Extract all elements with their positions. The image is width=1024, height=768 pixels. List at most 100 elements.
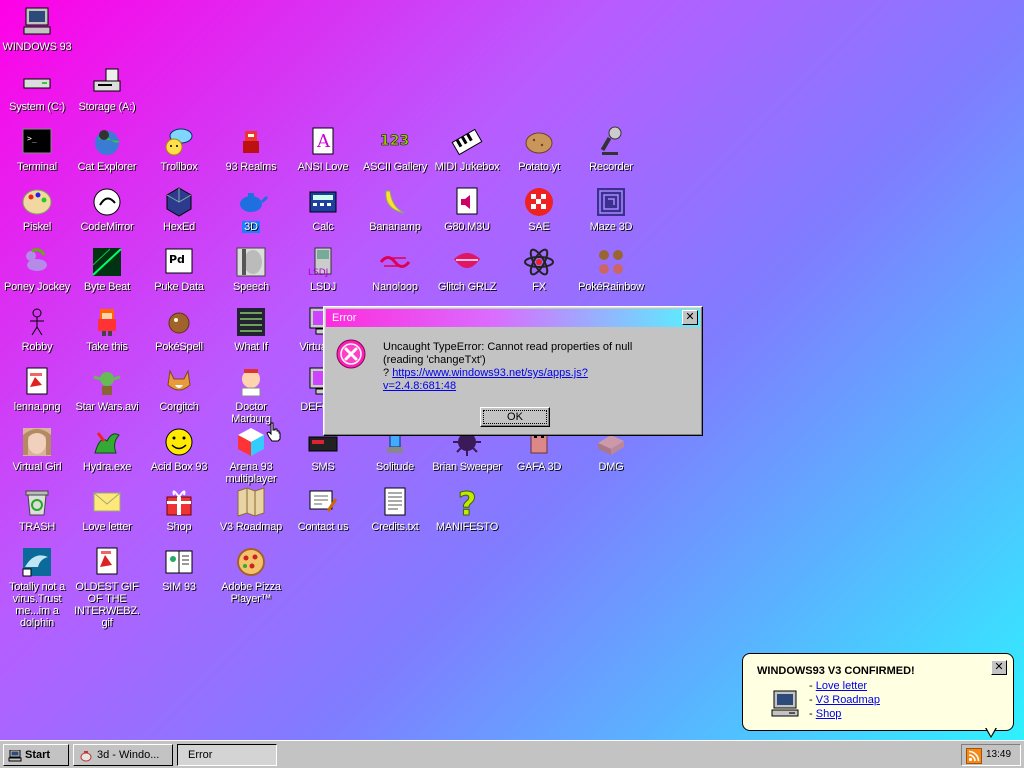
pizza-icon <box>234 545 268 579</box>
desktop-icon-doctor-marburg[interactable]: Doctor Marburg <box>216 365 286 425</box>
desktop-icon-love-letter[interactable]: Love letter <box>72 485 142 533</box>
desktop-icon-poney-jockey[interactable]: Poney Jockey <box>2 245 72 293</box>
error-question-mark: ? <box>383 367 390 379</box>
desktop-icon-label: Robby <box>21 341 53 353</box>
desktop-icon-3d[interactable]: 3D <box>216 185 286 233</box>
desktop-icon-adobe-pizza-player[interactable]: Adobe Pizza Player™ <box>216 545 286 605</box>
corgi-icon <box>162 365 196 399</box>
desktop-icon-windows-93[interactable]: WINDOWS 93 <box>2 5 72 53</box>
desktop-icon-shop[interactable]: Shop <box>144 485 214 533</box>
notification-close-button[interactable]: ✕ <box>991 660 1007 675</box>
desktop-icon-maze-3d[interactable]: Maze 3D <box>576 185 646 233</box>
notification-link-shop[interactable]: Shop <box>816 708 842 720</box>
close-icon: ✕ <box>994 661 1004 673</box>
map-icon <box>234 485 268 519</box>
desktop-icon-label: Piskel <box>22 221 52 233</box>
ok-button[interactable]: OK <box>480 407 550 427</box>
desktop-icon-label: HexEd <box>162 221 196 233</box>
desktop-icon-label: Solitude <box>375 461 415 473</box>
desktop-icon-terminal[interactable]: >_ Terminal <box>2 125 72 173</box>
desktop-icon-oldest-gif-of-the-interwebz-gif[interactable]: OLDEST GIF OF THE INTERWEBZ.gif <box>72 545 142 629</box>
desktop-icon-sae[interactable]: SAE <box>504 185 574 233</box>
desktop-icon-pok-spell[interactable]: PokéSpell <box>144 305 214 353</box>
desktop-icon-cat-explorer[interactable]: Cat Explorer <box>72 125 142 173</box>
desktop-icon-totally-not-a-virus-trust-me-im-a-dolphin[interactable]: Totally not a virus.Trust me...im a dolp… <box>2 545 72 629</box>
notification-pointer-fill <box>986 727 996 736</box>
notification-link-love-letter[interactable]: Love letter <box>816 680 867 692</box>
desktop-icon-hexed[interactable]: HexEd <box>144 185 214 233</box>
question-mark-icon: ? <box>450 485 484 519</box>
desktop-icon-recorder[interactable]: Recorder <box>576 125 646 173</box>
desktop-icon-sim-93[interactable]: SIM 93 <box>144 545 214 593</box>
desktop[interactable]: WINDOWS 93 System (C:) Storage (A:) >_ Termi… <box>0 0 1024 740</box>
doctor-icon <box>234 365 268 399</box>
taskbar: Start 3d - Windo... Error 13:49 <box>0 740 1024 768</box>
desktop-icon-label: PokéSpell <box>155 341 203 353</box>
desktop-icon-storage-a[interactable]: Storage (A:) <box>72 65 142 113</box>
notification-link-row: - Love letter <box>809 680 868 692</box>
desktop-icon-acid-box-93[interactable]: Acid Box 93 <box>144 425 214 473</box>
desktop-icon-lenna-png[interactable]: lenna.png <box>2 365 72 413</box>
desktop-icon-byte-beat[interactable]: Byte Beat <box>72 245 142 293</box>
desktop-icon-virtual-girl[interactable]: Virtual Girl <box>2 425 72 473</box>
desktop-icon-ascii-gallery[interactable]: 123 ASCII Gallery <box>360 125 430 173</box>
text-file-icon <box>378 485 412 519</box>
desktop-icon-glitch-grlz[interactable]: Glitch GRLZ <box>432 245 502 293</box>
desktop-icon-bananamp[interactable]: Bananamp <box>360 185 430 233</box>
error-source-link[interactable]: https://www.windows93.net/sys/apps.js?v=… <box>383 367 588 392</box>
gift-icon <box>162 485 196 519</box>
desktop-icon-label: Puke Data <box>154 281 204 293</box>
desktop-icon-label: DMG <box>598 461 624 473</box>
desktop-icon-trollbox[interactable]: Trollbox <box>144 125 214 173</box>
calculator-icon <box>306 185 340 219</box>
desktop-icon-credits-txt[interactable]: Credits.txt <box>360 485 430 533</box>
desktop-icon-piskel[interactable]: Piskel <box>2 185 72 233</box>
desktop-icon-g80-m3u[interactable]: G80.M3U <box>432 185 502 233</box>
desktop-icon-what-if[interactable]: What If <box>216 305 286 353</box>
desktop-icon-take-this[interactable]: Take this <box>72 305 142 353</box>
desktop-icon-manifesto[interactable]: ? MANIFESTO <box>432 485 502 533</box>
desktop-icon-hydra-exe[interactable]: Hydra.exe <box>72 425 142 473</box>
desktop-icon-label: Terminal <box>17 161 57 173</box>
notification-link-v3-roadmap[interactable]: V3 Roadmap <box>816 694 880 706</box>
desktop-icon-label: Love letter <box>82 521 132 533</box>
desktop-icon-contact-us[interactable]: Contact us <box>288 485 358 533</box>
desktop-icon-potato-yt[interactable]: Potato.yt <box>504 125 574 173</box>
task-3d-window[interactable]: 3d - Windo... <box>73 744 173 766</box>
desktop-icon-label: Speech <box>232 281 270 293</box>
desktop-icon-speech[interactable]: Speech <box>216 245 286 293</box>
desktop-icon-label: PokéRainbow <box>578 281 644 293</box>
rss-icon[interactable] <box>966 748 982 764</box>
task-error-window[interactable]: Error <box>177 744 277 766</box>
desktop-icon-label: Recorder <box>589 161 633 173</box>
desktop-icon-label: Maze 3D <box>589 221 633 233</box>
start-button[interactable]: Start <box>3 744 69 766</box>
error-dialog-titlebar[interactable]: Error ✕ <box>326 309 700 327</box>
desktop-icon-label: FX <box>532 281 546 293</box>
recycle-bin-icon <box>20 485 54 519</box>
audio-file-icon <box>450 185 484 219</box>
desktop-icon-system-c[interactable]: System (C:) <box>2 65 72 113</box>
desktop-icon-fx[interactable]: FX <box>504 245 574 293</box>
desktop-icon-93-realms[interactable]: 93 Realms <box>216 125 286 173</box>
stick-figure-icon <box>20 305 54 339</box>
desktop-icon-label: Potato.yt <box>518 161 560 173</box>
desktop-icon-robby[interactable]: Robby <box>2 305 72 353</box>
desktop-icon-star-wars-avi[interactable]: Star Wars.avi <box>72 365 142 413</box>
desktop-icon-label: ANSI Love <box>297 161 349 173</box>
checkered-ball-icon <box>522 185 556 219</box>
desktop-icon-label: MIDI Jukebox <box>434 161 500 173</box>
desktop-icon-v3-roadmap[interactable]: V3 Roadmap <box>216 485 286 533</box>
error-dialog-close-button[interactable]: ✕ <box>682 310 698 325</box>
desktop-icon-codemirror[interactable]: CodeMirror <box>72 185 142 233</box>
desktop-icon-pok-rainbow[interactable]: PokéRainbow <box>576 245 646 293</box>
desktop-icon-label: SMS <box>311 461 335 473</box>
desktop-icon-midi-jukebox[interactable]: MIDI Jukebox <box>432 125 502 173</box>
desktop-icon-puke-data[interactable]: Pd Puke Data <box>144 245 214 293</box>
desktop-icon-trash[interactable]: TRASH <box>2 485 72 533</box>
desktop-icon-lsdj[interactable]: LSDJ LSDJ <box>288 245 358 293</box>
desktop-icon-calc[interactable]: Calc <box>288 185 358 233</box>
desktop-icon-ansi-love[interactable]: A ANSI Love <box>288 125 358 173</box>
desktop-icon-corgitch[interactable]: Corgitch <box>144 365 214 413</box>
desktop-icon-nanoloop[interactable]: Nanoloop <box>360 245 430 293</box>
